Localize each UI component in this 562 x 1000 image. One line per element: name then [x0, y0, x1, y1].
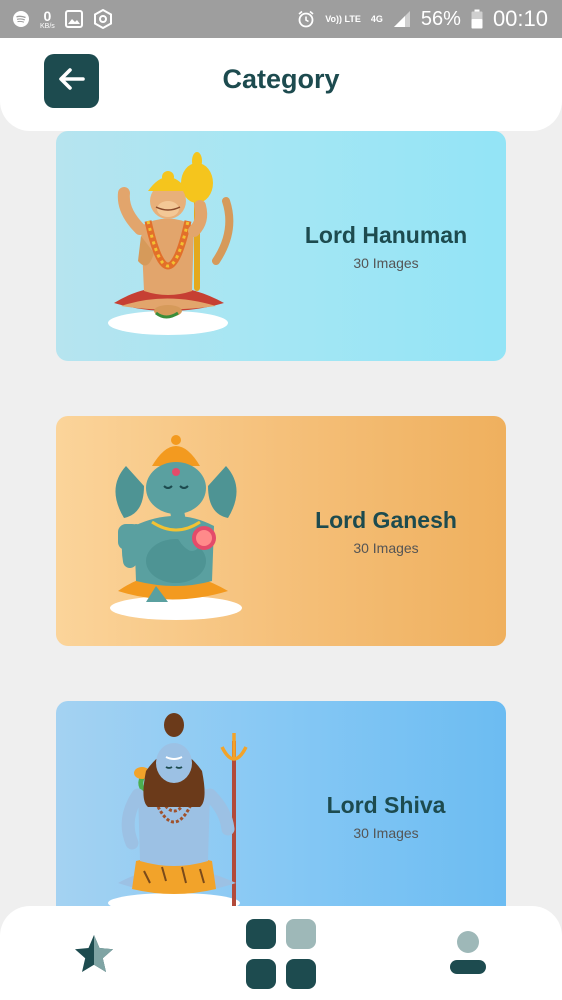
category-card-text: Lord Ganesh 30 Images — [266, 416, 506, 646]
clock-time: 00:10 — [492, 6, 548, 31]
profile-tab[interactable] — [448, 930, 488, 978]
status-bar-left: 0 KB/s — [12, 9, 113, 30]
category-title: Lord Shiva — [326, 791, 446, 818]
status-bar-right: Vo)) LTE 4G 56% 00:10 — [297, 6, 548, 32]
hanuman-illustration — [96, 141, 256, 351]
volte-label: Vo)) LTE — [325, 13, 361, 24]
image-icon — [64, 10, 83, 28]
network-speed-unit: KB/s — [40, 22, 55, 30]
category-card-text: Lord Hanuman 30 Images — [266, 131, 506, 361]
categories-tab[interactable] — [245, 918, 317, 990]
bottom-navigation — [0, 906, 562, 1000]
ganesh-illustration — [96, 426, 256, 636]
favorites-tab[interactable] — [72, 932, 116, 976]
status-bar: 0 KB/s Vo)) LTE 4G 56% 00:10 — [0, 0, 562, 38]
battery-icon — [471, 9, 483, 29]
signal-icon — [393, 10, 411, 28]
category-image-count: 30 Images — [353, 824, 419, 841]
signal-type: 4G — [370, 13, 383, 24]
profile-icon — [448, 931, 488, 982]
grid-icon — [245, 919, 317, 994]
hex-app-icon — [93, 9, 113, 29]
alarm-icon — [297, 10, 315, 28]
category-title: Lord Ganesh — [315, 506, 457, 533]
category-image-count: 30 Images — [353, 254, 419, 271]
app-header: Category — [0, 38, 562, 131]
category-card-shiva[interactable]: Lord Shiva 30 Images — [56, 701, 506, 931]
spotify-icon — [12, 10, 30, 28]
category-card-text: Lord Shiva 30 Images — [266, 701, 506, 931]
battery-percent: 56% — [420, 7, 461, 30]
network-speed-value: 0 — [43, 7, 52, 24]
star-icon — [72, 935, 116, 980]
category-title: Lord Hanuman — [304, 221, 468, 248]
network-speed: 0 KB/s — [40, 9, 55, 30]
shiva-illustration — [96, 711, 256, 921]
page-title: Category — [222, 64, 340, 94]
category-image-count: 30 Images — [353, 539, 419, 556]
category-card-ganesh[interactable]: Lord Ganesh 30 Images — [56, 416, 506, 646]
category-card-hanuman[interactable]: Lord Hanuman 30 Images — [56, 131, 506, 361]
